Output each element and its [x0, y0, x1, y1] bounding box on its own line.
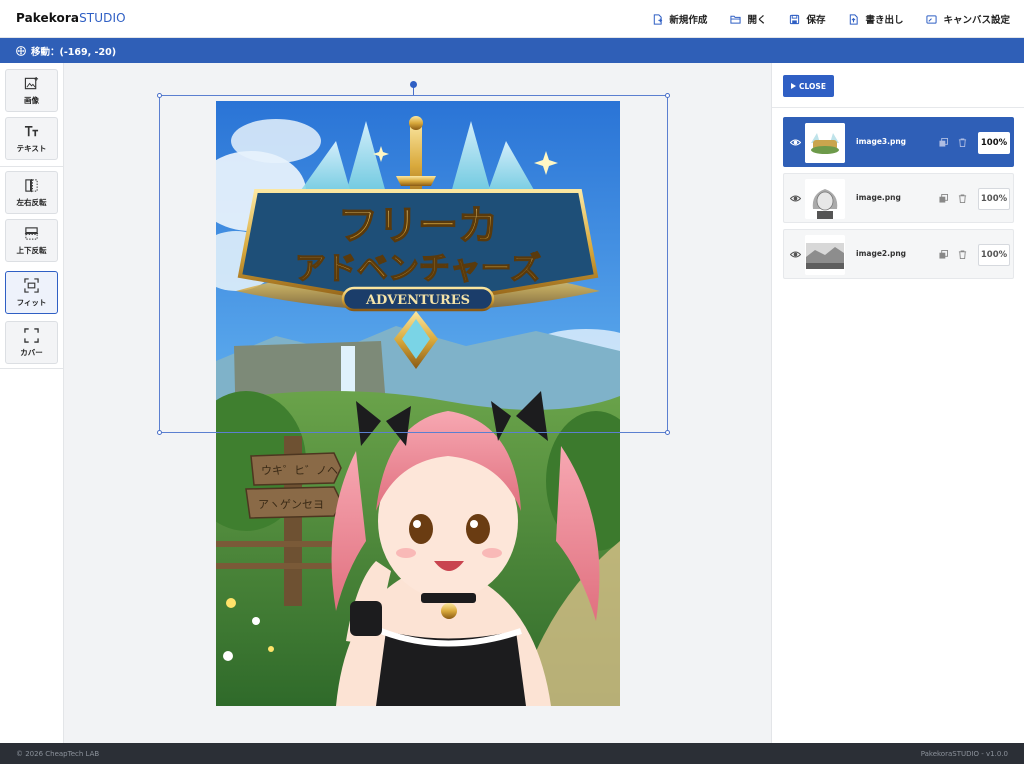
- cover-icon: [24, 327, 39, 343]
- app-header: PakekoraSTUDIO 新規作成 開く 保存 書き出し キャンバス設定: [0, 0, 1024, 38]
- save-button[interactable]: 保存: [789, 12, 825, 26]
- sign-text-1: ウキ゜ヒ゛ノヘ: [261, 464, 338, 477]
- fit-icon: [24, 277, 39, 293]
- save-icon: [790, 14, 800, 24]
- canvas-settings-button[interactable]: キャンバス設定: [926, 12, 1010, 26]
- flip-horizontal-icon: [25, 178, 38, 192]
- toolbar-divider: [0, 368, 64, 369]
- folder-open-icon: [730, 15, 742, 24]
- trash-icon[interactable]: [958, 138, 967, 147]
- landscape-thumbnail-image: [805, 235, 845, 275]
- left-toolbar: 画像 テキスト 左右反転 上下反転 フィット カバー: [0, 63, 64, 743]
- export-button[interactable]: 書き出し: [848, 12, 903, 26]
- flip-vertical-button[interactable]: 上下反転: [5, 219, 58, 262]
- flip-vertical-icon: [24, 226, 39, 240]
- text-icon: [24, 125, 39, 136]
- status-bar: 移動：(-169, -20): [0, 38, 1024, 63]
- selection-box[interactable]: [157, 93, 670, 435]
- new-file-button[interactable]: 新規作成: [652, 12, 707, 26]
- open-button[interactable]: 開く: [730, 12, 766, 26]
- character-thumbnail-image: [805, 179, 845, 219]
- resize-handle-top-left[interactable]: [157, 93, 162, 98]
- new-file-label: 新規作成: [669, 15, 708, 26]
- layer-thumbnail: [805, 179, 845, 219]
- panel-divider: [772, 107, 1024, 108]
- flip-horizontal-button[interactable]: 左右反転: [5, 171, 58, 214]
- resize-handle-bottom-left[interactable]: [157, 430, 162, 435]
- status-text: 移動：(-169, -20): [31, 46, 117, 58]
- new-file-icon: [654, 13, 663, 25]
- layer-opacity-input[interactable]: 100%: [978, 132, 1010, 154]
- toolbar-divider: [0, 166, 64, 167]
- add-text-label: テキスト: [16, 143, 47, 153]
- export-icon: [850, 13, 859, 25]
- layer-thumbnail: [805, 235, 845, 275]
- flip-vertical-label: 上下反転: [16, 245, 47, 255]
- eye-icon[interactable]: [790, 193, 801, 204]
- logo-thumbnail-image: [805, 123, 845, 163]
- brand-secondary: STUDIO: [79, 11, 126, 25]
- resize-handle-top-right[interactable]: [665, 93, 670, 98]
- resize-handle-bottom-right[interactable]: [665, 430, 670, 435]
- duplicate-icon[interactable]: [939, 194, 948, 203]
- layer-thumbnail: [805, 123, 845, 163]
- fit-label: フィット: [16, 297, 47, 307]
- export-label: 書き出し: [865, 15, 904, 26]
- layer-item-image3[interactable]: image3.png 100%: [783, 117, 1014, 167]
- main-menu: 新規作成 開く 保存 書き出し キャンバス設定: [652, 0, 1010, 38]
- flip-horizontal-label: 左右反転: [16, 197, 47, 207]
- layer-name: image3.png: [856, 137, 907, 146]
- trash-icon[interactable]: [958, 194, 967, 203]
- trash-icon[interactable]: [958, 250, 967, 259]
- close-label: CLOSE: [799, 81, 826, 91]
- rotation-handle[interactable]: [410, 81, 417, 88]
- duplicate-icon[interactable]: [939, 138, 948, 147]
- add-image-button[interactable]: 画像: [5, 69, 58, 112]
- open-label: 開く: [747, 15, 767, 26]
- footer-version: PakekoraSTUDIO - v1.0.0: [920, 749, 1008, 758]
- save-label: 保存: [806, 15, 826, 26]
- layers-panel: CLOSE image3.png 100% image.png 100% ima…: [771, 63, 1024, 743]
- layer-opacity-input[interactable]: 100%: [978, 188, 1010, 210]
- layer-name: image.png: [856, 193, 901, 202]
- add-image-label: 画像: [24, 95, 39, 105]
- duplicate-icon[interactable]: [939, 250, 948, 259]
- canvas-settings-label: キャンバス設定: [943, 15, 1010, 26]
- caret-right-icon: [791, 83, 797, 89]
- brand-primary: Pakekora: [16, 11, 80, 25]
- add-text-button[interactable]: テキスト: [5, 117, 58, 160]
- app-logo: PakekoraSTUDIO: [16, 11, 126, 25]
- eye-icon[interactable]: [790, 249, 801, 260]
- cover-label: カバー: [20, 347, 43, 357]
- canvas-settings-icon: [926, 14, 938, 24]
- app-footer: © 2026 CheapTech LAB PakekoraSTUDIO - v1…: [0, 743, 1024, 764]
- fit-button[interactable]: フィット: [5, 271, 58, 314]
- layer-item-image[interactable]: image.png 100%: [783, 173, 1014, 223]
- sign-text-2: アヽゲンセヨ: [258, 498, 324, 511]
- move-icon: [16, 45, 26, 56]
- cover-button[interactable]: カバー: [5, 321, 58, 364]
- add-image-icon: [24, 76, 39, 89]
- layer-name: image2.png: [856, 249, 907, 258]
- eye-icon[interactable]: [790, 137, 801, 148]
- layer-item-image2[interactable]: image2.png 100%: [783, 229, 1014, 279]
- close-panel-button[interactable]: CLOSE: [783, 75, 834, 97]
- footer-copyright: © 2026 CheapTech LAB: [16, 749, 100, 758]
- layer-opacity-input[interactable]: 100%: [978, 244, 1010, 266]
